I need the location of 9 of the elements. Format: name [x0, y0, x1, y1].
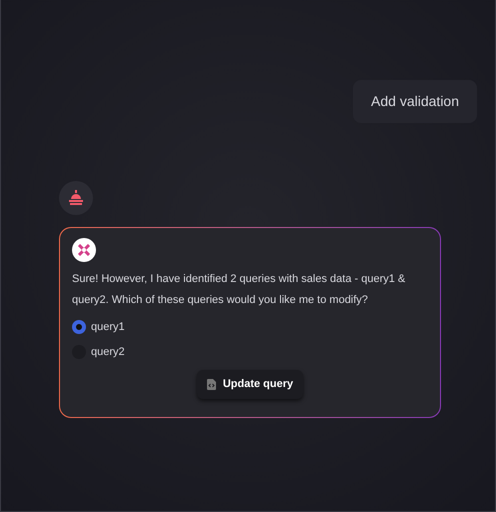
- code-file-icon: [206, 378, 216, 390]
- cross-icon: [78, 244, 90, 256]
- radio-button[interactable]: [72, 320, 86, 334]
- user-message: Add validation: [353, 80, 477, 123]
- option-label: query1: [91, 320, 125, 335]
- message-text: Sure! However, I have identified 2 queries with sales data - query1 & query2. Which of these queries would you like me to modify?: [72, 272, 406, 308]
- option-label: query2: [91, 344, 125, 360]
- update-query-button[interactable]: Update query: [196, 370, 304, 398]
- robot-icon: [68, 190, 84, 206]
